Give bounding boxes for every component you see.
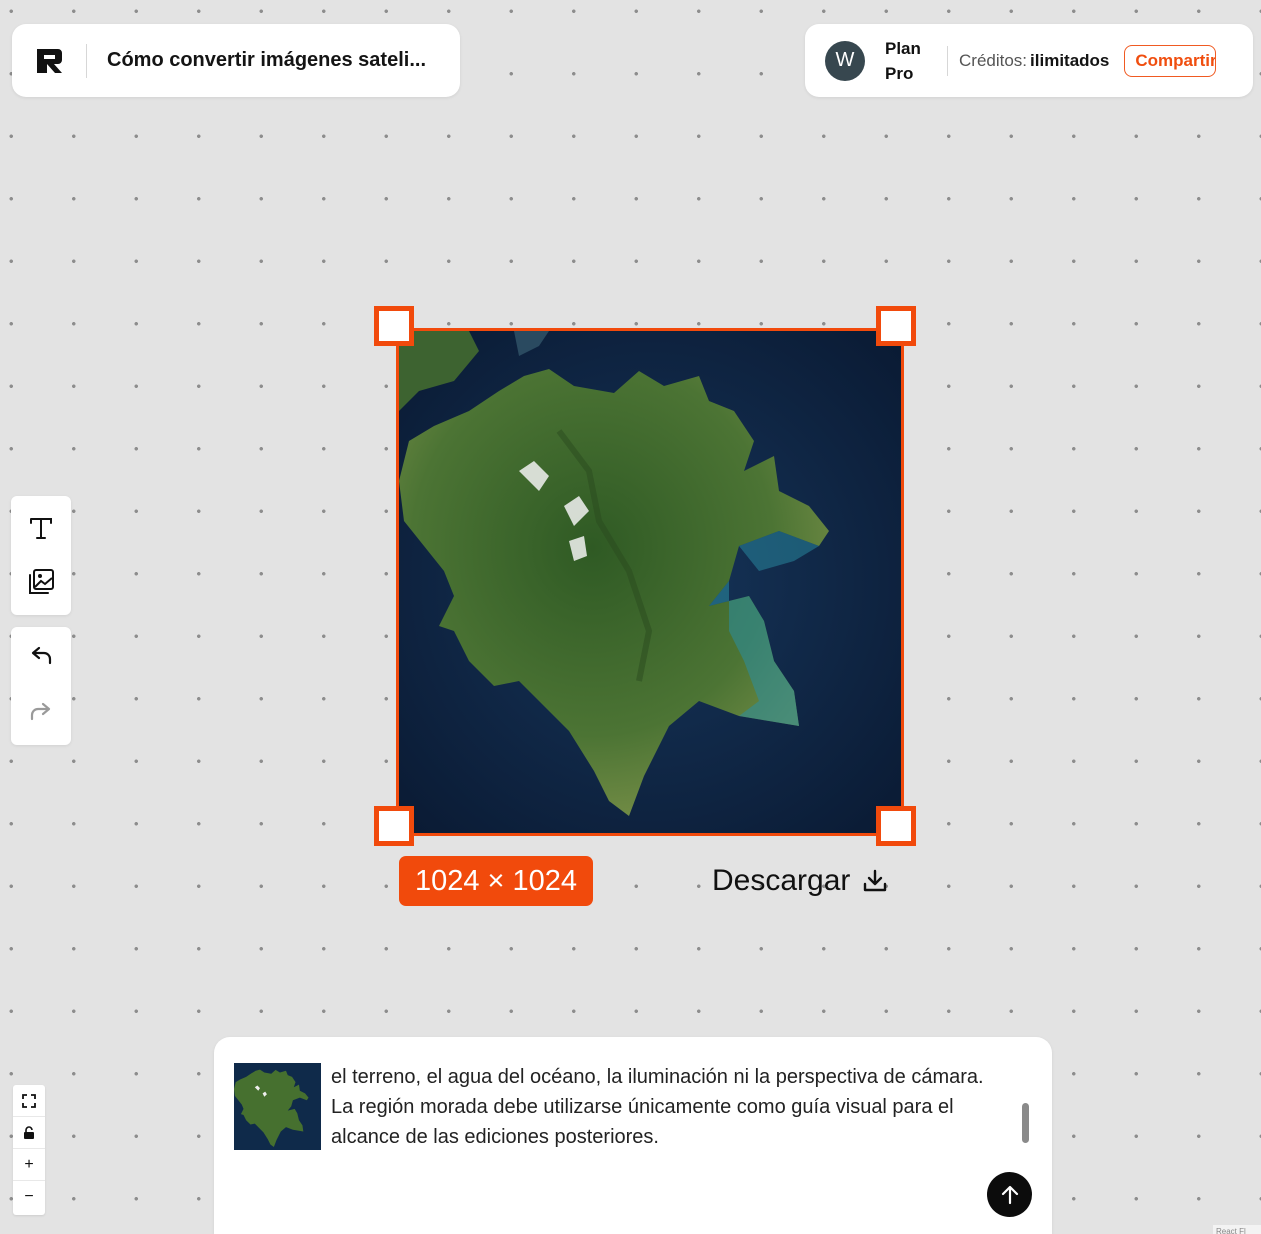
tool-group-history	[11, 627, 71, 745]
arrow-up-icon	[1001, 1185, 1018, 1204]
image-gallery-icon	[29, 569, 54, 594]
document-title[interactable]: Cómo convertir imágenes sateli...	[107, 49, 437, 72]
account-divider	[947, 45, 948, 76]
prompt-scrollbar[interactable]	[1022, 1103, 1029, 1143]
share-button[interactable]: Compartir	[1124, 44, 1217, 77]
image-size-badge: 1024 × 1024	[399, 856, 593, 906]
prompt-textarea[interactable]: el terreno, el agua del océano, la ilumi…	[331, 1062, 1011, 1152]
send-button[interactable]	[987, 1172, 1032, 1217]
download-icon	[864, 869, 887, 892]
zoom-out-button[interactable]: −	[13, 1181, 45, 1213]
resize-handle-bottom-right[interactable]	[876, 806, 916, 846]
text-tool-button[interactable]	[23, 510, 59, 546]
plan-label: Plan Pro	[885, 38, 921, 83]
lock-button[interactable]	[13, 1117, 45, 1149]
download-button[interactable]: Descargar	[712, 858, 888, 904]
credits-label: Créditos:	[959, 50, 1028, 70]
resize-handle-top-left[interactable]	[374, 306, 414, 346]
image-tool-button[interactable]	[23, 564, 59, 600]
fit-view-button[interactable]	[13, 1085, 45, 1117]
undo-button[interactable]	[23, 639, 59, 675]
document-title-card: Cómo convertir imágenes sateli...	[12, 24, 460, 97]
redo-icon	[30, 702, 51, 721]
lock-icon	[24, 1125, 34, 1139]
zoom-controls: + −	[13, 1085, 45, 1215]
canvas-image[interactable]	[396, 328, 904, 836]
prompt-panel: el terreno, el agua del océano, la ilumi…	[214, 1037, 1052, 1234]
zoom-in-button[interactable]: +	[13, 1149, 45, 1181]
credits-value: ilimitados	[1030, 50, 1110, 70]
user-avatar[interactable]: W	[825, 40, 865, 81]
app-logo-icon[interactable]	[34, 46, 64, 76]
resize-handle-top-right[interactable]	[876, 306, 916, 346]
title-divider	[86, 43, 87, 78]
undo-icon	[31, 646, 52, 665]
redo-button[interactable]	[23, 695, 59, 731]
thumbnail-island-image	[234, 1063, 321, 1150]
download-label: Descargar	[712, 864, 851, 897]
fullscreen-icon	[22, 1093, 36, 1108]
prompt-image-thumbnail[interactable]	[234, 1063, 321, 1150]
tool-group-create	[11, 496, 71, 615]
account-card: W Plan Pro Créditos: ilimitados Comparti…	[805, 24, 1253, 97]
resize-handle-bottom-left[interactable]	[374, 806, 414, 846]
attribution-label[interactable]: React Fl	[1213, 1225, 1261, 1234]
satellite-island-image	[399, 331, 901, 833]
text-icon	[30, 518, 52, 539]
